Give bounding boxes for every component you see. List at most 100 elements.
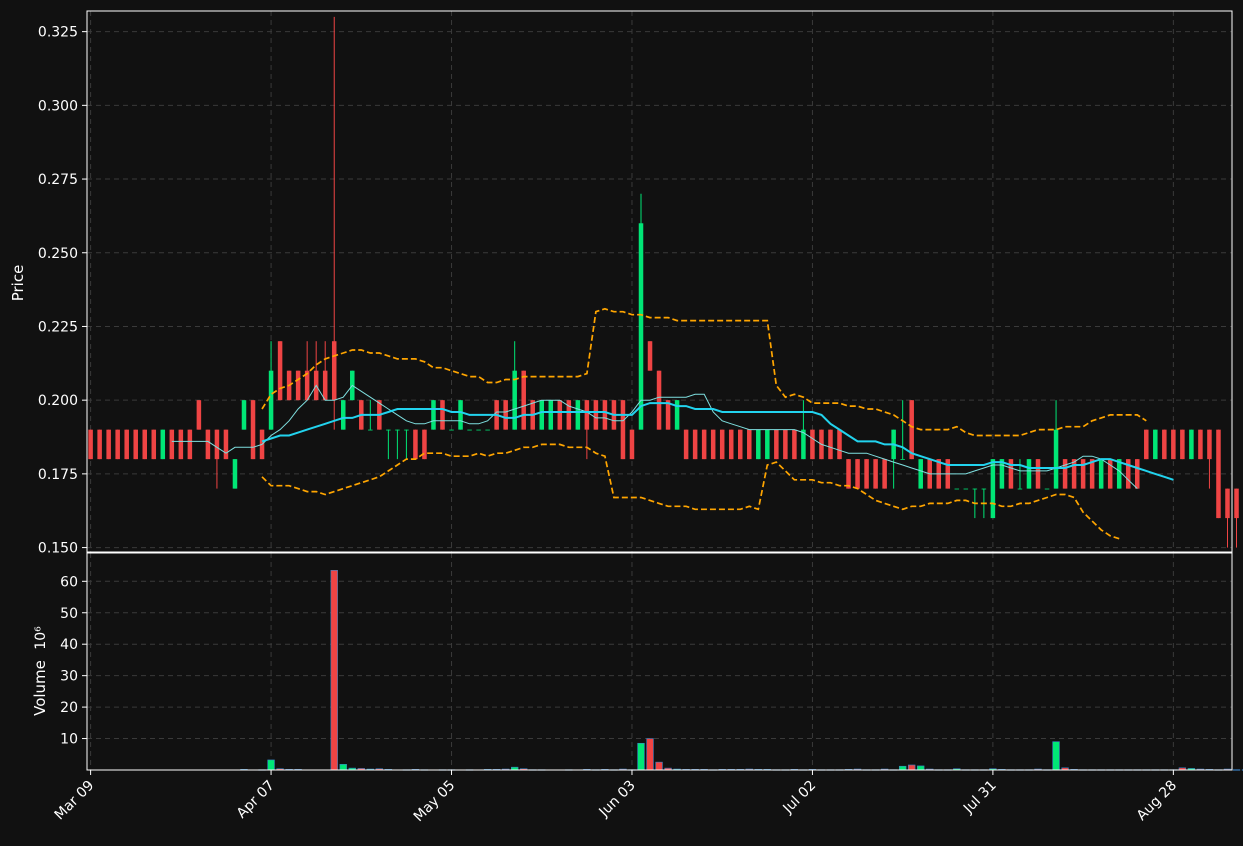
- candle-body: [521, 370, 526, 430]
- candle-body: [142, 429, 148, 460]
- candle-body: [1198, 429, 1203, 460]
- candle-body: [124, 429, 129, 460]
- price-tick-label: 0.275: [38, 172, 78, 188]
- candle-body: [557, 400, 563, 430]
- date-tick-label: Apr 07: [234, 778, 278, 822]
- candle-body: [584, 400, 590, 430]
- candle-body: [1144, 429, 1149, 460]
- candle-body: [1044, 488, 1050, 490]
- price-tick-label: 0.300: [38, 98, 78, 114]
- price-tick-label: 0.200: [38, 393, 78, 409]
- candle-body: [765, 429, 770, 460]
- candle-body: [963, 488, 969, 490]
- candle-body: [467, 429, 472, 431]
- candle-body: [918, 459, 923, 489]
- candle-body: [223, 429, 229, 460]
- candle-body: [1216, 429, 1221, 519]
- candle-body: [1098, 459, 1104, 489]
- candle-body: [1234, 488, 1239, 519]
- volume-tick-label: 10: [60, 732, 78, 748]
- candle-body: [458, 400, 463, 430]
- candle-body: [774, 429, 779, 460]
- candle-body: [747, 429, 752, 460]
- candle-body: [476, 429, 481, 431]
- candle-body: [151, 429, 157, 460]
- candle-body: [404, 429, 409, 431]
- volume-bars: [240, 569, 1243, 771]
- candle-body: [115, 429, 120, 460]
- candle-body: [268, 370, 274, 430]
- price-tick-label: 0.325: [38, 25, 78, 41]
- candle-body: [1180, 429, 1185, 460]
- date-tick-label: May 05: [411, 778, 459, 826]
- volume-tick-label: 50: [60, 606, 78, 622]
- candle-body: [440, 400, 445, 430]
- volume-bar: [267, 759, 275, 771]
- candle-body: [783, 429, 788, 460]
- candles: [88, 16, 1239, 548]
- candle-body: [1071, 459, 1077, 489]
- candle-body: [169, 429, 175, 460]
- volume-tick-label: 20: [60, 700, 78, 716]
- candle-body: [250, 400, 256, 460]
- price-tick-label: 0.150: [38, 541, 78, 557]
- candle-body: [277, 341, 283, 401]
- candle-body: [1225, 488, 1230, 519]
- chart-canvas: 0.150 0.175 0.200 0.225 0.250 0.275 0.300 0.325…: [9, 10, 1243, 826]
- candle-body: [593, 400, 599, 430]
- candle-body: [737, 429, 743, 460]
- candle-body: [710, 429, 716, 460]
- candle-body: [629, 429, 635, 460]
- volume-bar: [1232, 769, 1241, 771]
- price-tick-label: 0.225: [38, 319, 78, 335]
- volume-bar: [917, 765, 925, 771]
- volume-axis-title: Volume: [31, 660, 49, 716]
- candle-body: [322, 370, 328, 401]
- volume-bar: [339, 764, 347, 771]
- candle-body: [1162, 429, 1167, 460]
- candle-body: [232, 459, 238, 489]
- candle-body: [954, 488, 960, 490]
- band-line: [261, 307, 1147, 437]
- candle-body: [548, 400, 554, 430]
- candle-body: [837, 429, 842, 460]
- date-tick-label: Jun 03: [596, 778, 639, 821]
- candle-body: [214, 429, 220, 460]
- volume-bar: [908, 764, 916, 771]
- candle-body: [620, 400, 626, 460]
- band-line: [261, 443, 1120, 540]
- candle-body: [701, 429, 707, 460]
- candle-body: [503, 400, 508, 430]
- candle-body: [160, 429, 166, 460]
- candle-body: [386, 429, 391, 431]
- candle-body: [810, 429, 815, 460]
- candle-body: [683, 429, 689, 460]
- candle-body: [981, 488, 987, 490]
- volume-bar: [646, 738, 654, 771]
- volume-panel-frame: [86, 552, 1233, 771]
- candle-body: [1017, 488, 1023, 490]
- volume-bar: [1052, 741, 1060, 771]
- candle-body: [539, 400, 545, 430]
- overlay-lines: [171, 307, 1174, 540]
- candle-body: [602, 400, 608, 430]
- volume-bar: [637, 742, 645, 771]
- candle-body: [187, 429, 193, 460]
- candle-body: [656, 370, 662, 430]
- candle-body: [133, 429, 138, 460]
- candle-body: [178, 429, 184, 460]
- candle-body: [792, 429, 797, 460]
- candle-body: [864, 459, 869, 489]
- candle-body: [368, 429, 373, 431]
- price-panel-frame: [86, 10, 1233, 553]
- candle-body: [692, 429, 698, 460]
- candle-body: [972, 488, 978, 490]
- volume-bar: [330, 569, 338, 771]
- date-tick-label: Mar 09: [52, 778, 98, 824]
- price-tick-label: 0.250: [38, 246, 78, 262]
- volume-bar: [898, 765, 907, 771]
- volume-tick-label: 60: [60, 574, 78, 590]
- candle-body: [719, 429, 725, 460]
- candle-body: [485, 429, 490, 431]
- candle-body: [855, 459, 860, 489]
